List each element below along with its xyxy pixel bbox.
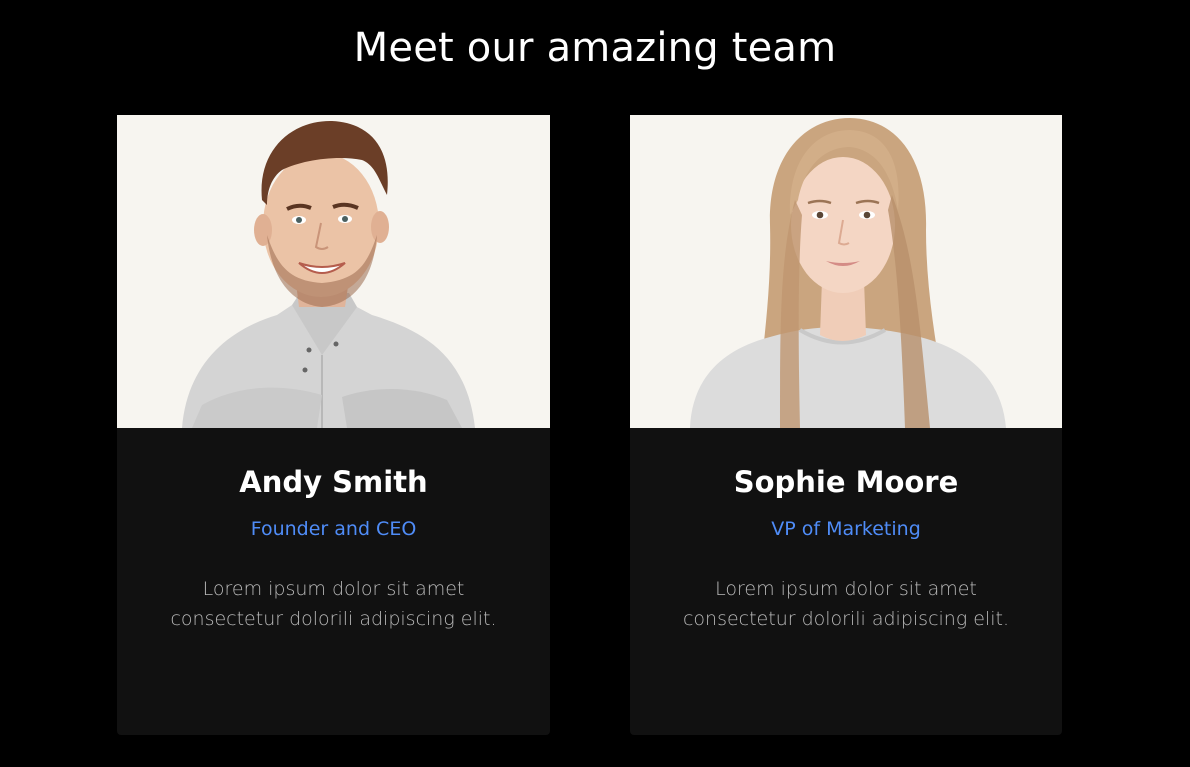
- team-card-andy-smith: Andy Smith Founder and CEO Lorem ipsum d…: [117, 115, 550, 735]
- member-bio: Lorem ipsum dolor sit amet consectetur d…: [170, 578, 497, 630]
- member-role: VP of Marketing: [771, 518, 921, 540]
- member-photo: [117, 115, 550, 428]
- card-body: Andy Smith Founder and CEO Lorem ipsum d…: [117, 428, 550, 735]
- team-card-sophie-moore: Sophie Moore VP of Marketing Lorem ipsum…: [630, 115, 1062, 735]
- section-title: Meet our amazing team: [353, 25, 837, 71]
- member-photo: [630, 115, 1062, 428]
- woman-portrait-image: [630, 115, 1062, 428]
- member-bio: Lorem ipsum dolor sit amet consectetur d…: [682, 578, 1010, 630]
- man-portrait-image: [117, 115, 550, 428]
- member-name: Sophie Moore: [733, 465, 959, 499]
- member-role: Founder and CEO: [250, 518, 417, 540]
- card-body: Sophie Moore VP of Marketing Lorem ipsum…: [630, 428, 1062, 735]
- member-name: Andy Smith: [239, 465, 428, 499]
- team-grid: Andy Smith Founder and CEO Lorem ipsum d…: [117, 115, 1062, 735]
